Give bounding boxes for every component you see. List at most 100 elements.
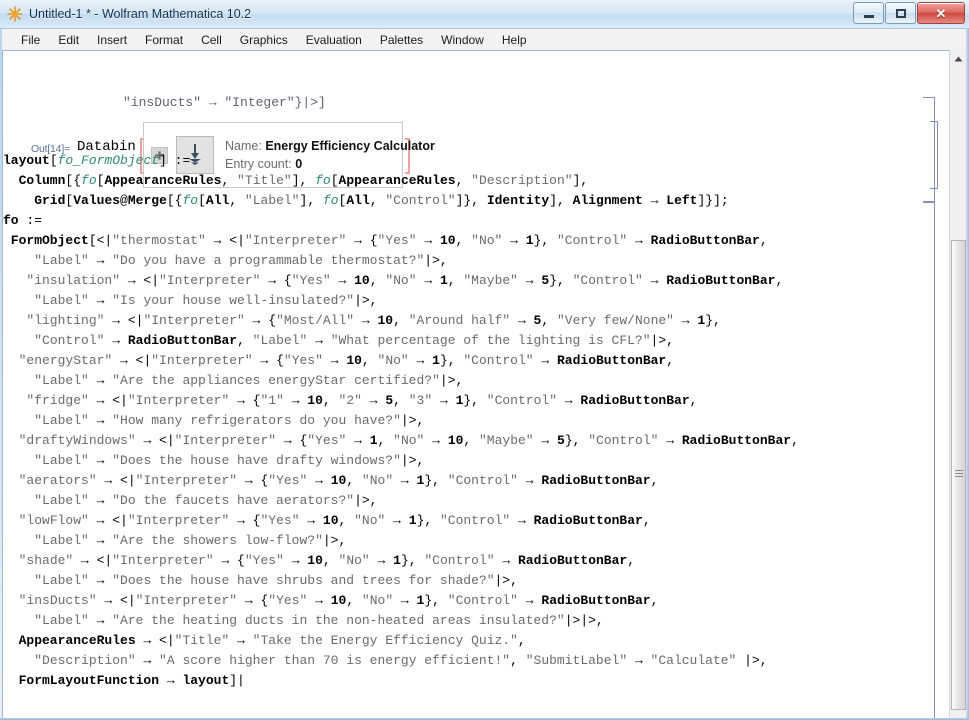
code-token: , xyxy=(361,353,378,368)
code-token: "Interpreter" xyxy=(135,473,238,488)
code-token: "Interpreter" xyxy=(143,313,245,328)
code-token: "Interpreter" xyxy=(244,233,347,248)
menu-item-insert[interactable]: Insert xyxy=(88,31,136,49)
input-code-cell[interactable]: layout[fo_FormObject] := Column[{fo[Appe… xyxy=(3,151,908,691)
code-token: → xyxy=(642,273,667,288)
code-token: , xyxy=(322,553,339,568)
menu-item-window[interactable]: Window xyxy=(432,31,493,49)
code-token: ] := xyxy=(159,153,191,168)
code-token: "What percentage of the lighting is CFL?… xyxy=(330,333,651,348)
code-token: → xyxy=(533,433,557,448)
clipped-code-line: "insDucts" → "Integer"}|>] xyxy=(123,95,326,110)
code-line: fo := xyxy=(3,211,908,231)
output-subcell-bracket[interactable] xyxy=(930,121,938,189)
code-token: → xyxy=(432,393,456,408)
code-token: "Take the Energy Efficiency Quiz." xyxy=(252,633,518,648)
menu-item-cell[interactable]: Cell xyxy=(192,31,231,49)
code-token: → xyxy=(354,313,378,328)
code-token: "Are the showers low-flow?" xyxy=(112,533,323,548)
code-token: "Interpreter" xyxy=(159,273,261,288)
code-token: → { xyxy=(346,233,378,248)
code-token: → xyxy=(361,393,386,408)
window-title: Untitled-1 * - Wolfram Mathematica 10.2 xyxy=(29,7,252,21)
menu-item-palettes[interactable]: Palettes xyxy=(371,31,432,49)
code-token: → xyxy=(283,393,308,408)
code-token: }, xyxy=(564,433,589,448)
code-token: Grid xyxy=(3,193,66,208)
code-token: FormLayoutFunction xyxy=(3,673,160,688)
code-token: FormObject xyxy=(3,233,89,248)
code-token: "insulation" xyxy=(26,273,121,288)
code-line: "aerators" → <|"Interpreter" → {"Yes" → … xyxy=(3,471,908,491)
code-token: fo xyxy=(81,173,97,188)
code-token: , xyxy=(237,333,253,348)
code-token: RadioButtonBar xyxy=(533,513,643,528)
code-line: FormObject[<|"thermostat" → <|"Interpret… xyxy=(3,231,908,251)
code-token: "Does the house have drafty windows?" xyxy=(112,453,401,468)
menu-item-evaluation[interactable]: Evaluation xyxy=(297,31,371,49)
code-token: 10 xyxy=(447,433,464,448)
code-token: "Label" xyxy=(34,573,89,588)
code-token: "draftyWindows" xyxy=(18,433,136,448)
menu-item-file[interactable]: File xyxy=(12,31,49,49)
code-token: → xyxy=(346,433,370,448)
code-token: "No" xyxy=(393,433,425,448)
code-token: "Title" xyxy=(174,633,230,648)
code-token: "SubmitLabel" xyxy=(525,653,628,668)
scroll-up-arrow-icon[interactable] xyxy=(950,50,967,67)
code-token: "Is your house well-insulated?" xyxy=(112,293,355,308)
menu-item-help[interactable]: Help xyxy=(493,31,536,49)
code-token: ], xyxy=(299,193,323,208)
code-token: → <| xyxy=(205,233,245,248)
code-token: , xyxy=(455,233,472,248)
code-token: → <| xyxy=(104,313,144,328)
input-cell-bracket[interactable] xyxy=(923,201,935,718)
code-token: , xyxy=(393,313,409,328)
code-token: ]}]; xyxy=(697,193,729,208)
code-token: "lighting" xyxy=(26,313,105,328)
menu-item-format[interactable]: Format xyxy=(136,31,192,49)
code-line: "Label" → "How many refrigerators do you… xyxy=(3,411,908,431)
code-token: → xyxy=(627,233,651,248)
minimize-button[interactable] xyxy=(853,2,884,24)
code-token: , xyxy=(759,233,768,248)
minimize-icon xyxy=(863,14,874,18)
close-button[interactable]: ✕ xyxy=(917,2,965,24)
code-line: "insulation" → <|"Interpreter" → {"Yes" … xyxy=(3,271,908,291)
code-token: "Yes" xyxy=(268,473,308,488)
code-token: fo xyxy=(182,193,199,208)
code-token: RadioButtonBar xyxy=(557,353,667,368)
code-token: → xyxy=(229,633,253,648)
code-token: "Do you have a programmable thermostat?" xyxy=(112,253,425,268)
code-line: Column[{fo[AppearanceRules, "Title"], fo… xyxy=(3,171,908,191)
code-token: "Label" xyxy=(34,253,89,268)
maximize-icon xyxy=(895,8,906,18)
code-token: "insDucts" xyxy=(18,593,97,608)
code-token: "3" xyxy=(408,393,433,408)
code-token: → { xyxy=(276,433,308,448)
title-bar: Untitled-1 * - Wolfram Mathematica 10.2 … xyxy=(0,0,969,29)
menu-item-graphics[interactable]: Graphics xyxy=(231,31,297,49)
close-icon: ✕ xyxy=(935,5,947,21)
code-token: "Control" xyxy=(557,233,628,248)
vertical-scrollbar[interactable] xyxy=(949,50,966,718)
menu-item-edit[interactable]: Edit xyxy=(49,31,88,49)
code-token: → xyxy=(510,313,534,328)
code-token: 10 xyxy=(330,473,347,488)
maximize-button[interactable] xyxy=(885,2,916,24)
code-line: "lowFlow" → <|"Interpreter" → {"Yes" → 1… xyxy=(3,511,908,531)
notebook-canvas[interactable]: "insDucts" → "Integer"}|>] Out[14]= Data… xyxy=(3,51,933,718)
scroll-thumb[interactable] xyxy=(951,240,966,710)
code-token: fo xyxy=(3,213,19,228)
code-token: [ xyxy=(198,193,206,208)
code-token: "Maybe" xyxy=(463,273,518,288)
code-token: 1 xyxy=(408,513,417,528)
code-token: → { xyxy=(237,473,269,488)
code-token: "Control" xyxy=(439,513,511,528)
